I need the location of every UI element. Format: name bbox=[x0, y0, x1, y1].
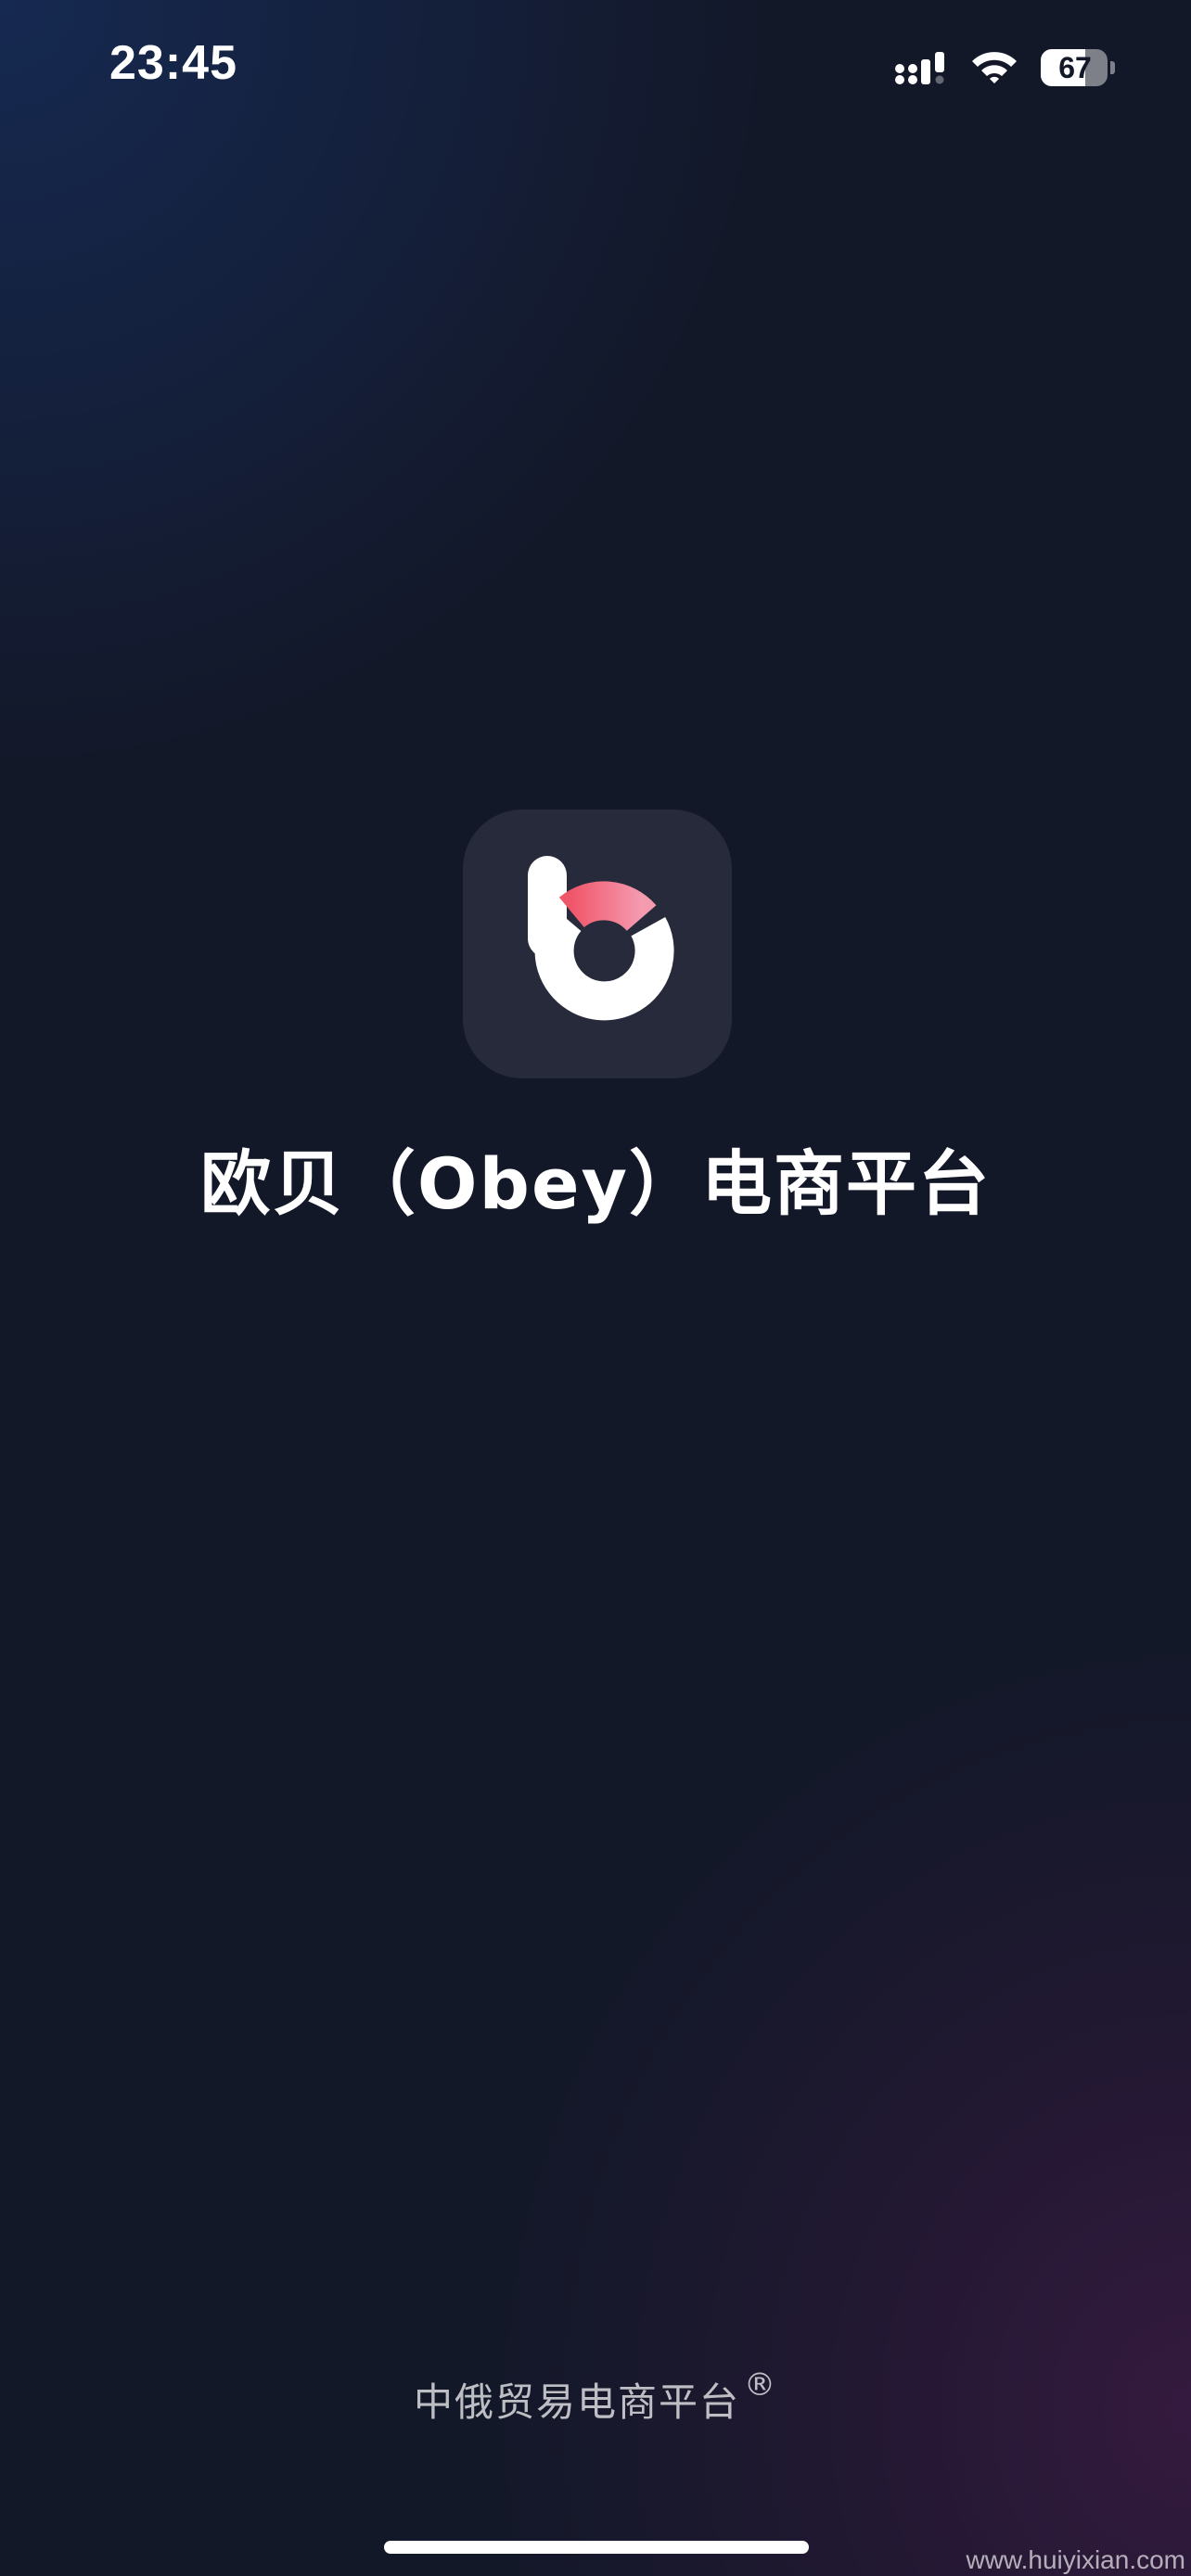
battery-level: 67 bbox=[1058, 51, 1092, 84]
watermark-text: www.huiyixian.com bbox=[966, 2545, 1185, 2574]
wifi-icon bbox=[972, 52, 1017, 83]
registered-mark: ® bbox=[744, 2366, 777, 2404]
home-indicator[interactable] bbox=[384, 2541, 809, 2554]
status-icons: 67 bbox=[894, 45, 1115, 91]
status-time: 23:45 bbox=[109, 36, 237, 90]
cellular-signal-icon bbox=[895, 52, 944, 84]
status-bar: 23:45 67 bbox=[0, 0, 1191, 139]
obey-b-logo-icon bbox=[528, 856, 674, 1021]
app-title: 欧贝（Obey）电商平台 bbox=[199, 1142, 992, 1225]
app-logo bbox=[463, 810, 732, 1078]
footer-slogan-text: 中俄贸易电商平台 bbox=[413, 2379, 740, 2425]
footer-slogan: 中俄贸易电商平台 ® bbox=[0, 2366, 1191, 2428]
splash-screen: 23:45 67 欧贝（Obey）电商平台 中俄贸易电商平台 ® www.hui… bbox=[0, 0, 1191, 2576]
battery-icon: 67 bbox=[1041, 49, 1115, 86]
